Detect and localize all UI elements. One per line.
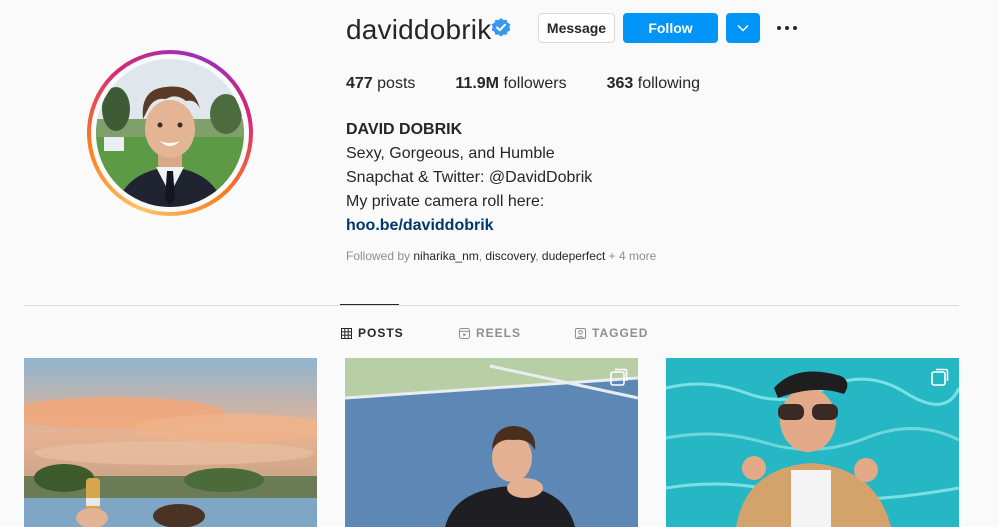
followed-by-summary[interactable]: Followed by niharika_nm, discovery, dude…	[346, 249, 656, 263]
followed-by-prefix: Followed by	[346, 249, 411, 263]
avatar-border	[91, 54, 249, 212]
verified-badge-icon	[491, 18, 511, 38]
bio-line: Sexy, Gorgeous, and Humble	[346, 145, 555, 162]
following-stat[interactable]: 363 following	[607, 75, 700, 93]
multiple-photos-icon	[610, 368, 628, 386]
message-button[interactable]: Message	[538, 13, 615, 43]
reels-icon	[459, 327, 470, 339]
avatar[interactable]	[96, 59, 244, 207]
suggested-accounts-dropdown-button[interactable]	[726, 13, 760, 43]
bio-full-name: DAVID DOBRIK	[346, 121, 463, 138]
bio-line: My private camera roll here:	[346, 193, 545, 210]
profile-bio: DAVID DOBRIK Sexy, Gorgeous, and Humble …	[346, 118, 592, 238]
follower-account[interactable]: dudeperfect	[542, 249, 605, 263]
posts-count: 477	[346, 75, 373, 92]
follower-account[interactable]: discovery	[485, 249, 535, 263]
tab-label: TAGGED	[592, 326, 649, 340]
tab-reels[interactable]: REELS	[459, 325, 521, 341]
profile-stats: 477 posts 11.9M followers 363 following	[346, 75, 740, 93]
followers-stat[interactable]: 11.9M followers	[455, 75, 566, 93]
followed-by-more: + 4 more	[608, 249, 657, 263]
tagged-icon	[575, 327, 586, 339]
multiple-photos-icon	[931, 368, 949, 386]
profile-avatar-ring[interactable]	[87, 50, 253, 216]
more-options-icon[interactable]	[777, 18, 801, 38]
post-thumbnail[interactable]	[24, 358, 317, 527]
active-tab-indicator	[340, 304, 399, 305]
posts-label: posts	[377, 75, 416, 92]
follow-button[interactable]: Follow	[623, 13, 718, 43]
post-thumbnail[interactable]	[345, 358, 638, 527]
tab-label: REELS	[476, 326, 522, 340]
tab-posts[interactable]: POSTS	[341, 325, 404, 341]
grid-icon	[341, 327, 352, 339]
tab-label: POSTS	[358, 326, 404, 340]
bio-website-link[interactable]: hoo.be/daviddobrik	[346, 214, 592, 238]
followers-label: followers	[503, 75, 567, 92]
tab-tagged[interactable]: TAGGED	[575, 325, 648, 341]
post-thumbnail[interactable]	[666, 358, 959, 527]
follower-account[interactable]: niharika_nm	[413, 249, 478, 263]
chevron-down-icon	[737, 24, 749, 32]
followers-count: 11.9M	[455, 75, 499, 92]
posts-stat: 477 posts	[346, 75, 415, 93]
following-label: following	[637, 75, 701, 92]
bio-line: Snapchat & Twitter: @DavidDobrik	[346, 169, 593, 186]
profile-username: daviddobrik	[346, 14, 492, 45]
tabs-divider	[24, 305, 959, 306]
following-count: 363	[606, 75, 634, 92]
